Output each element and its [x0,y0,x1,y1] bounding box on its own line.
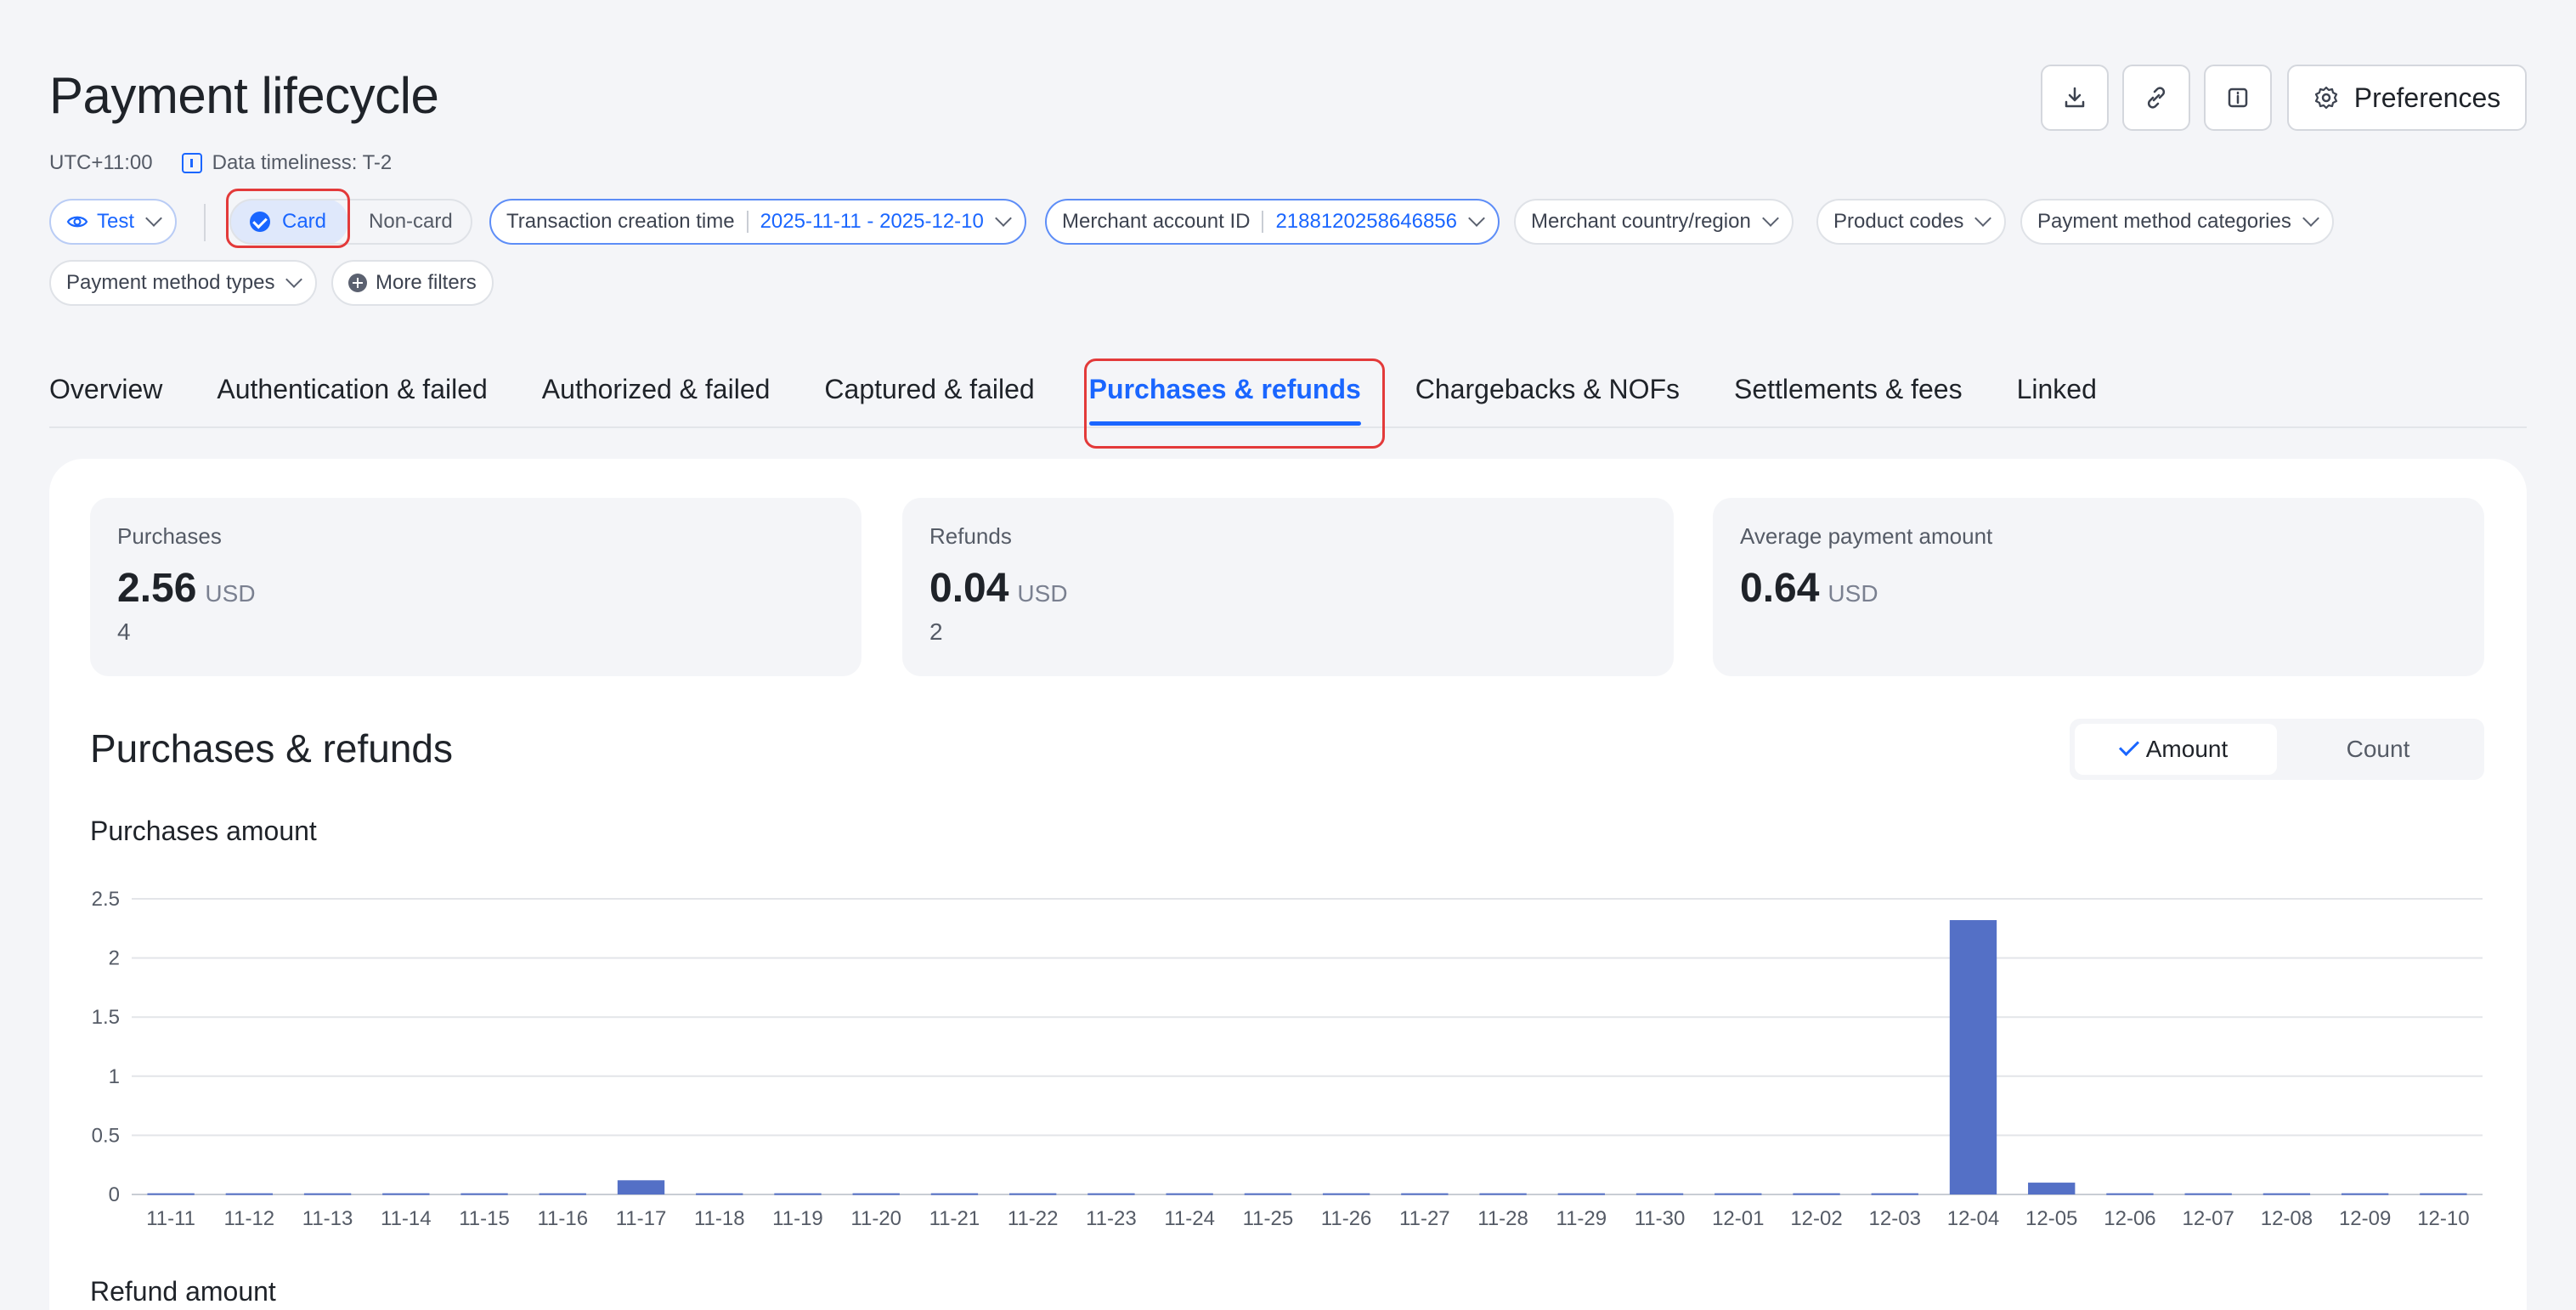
tab-overview[interactable]: Overview [49,364,162,426]
environment-selector[interactable]: Test [49,199,178,245]
tab-authentication[interactable]: Authentication & failed [217,364,487,426]
info-button[interactable] [2204,65,2272,131]
plus-icon [348,274,367,292]
preferences-button[interactable]: Preferences [2287,65,2527,131]
tab-settlements[interactable]: Settlements & fees [1734,364,1963,426]
stat-label: Average payment amount [1740,523,1993,549]
preferences-label: Preferences [2353,82,2501,113]
more-filters-button[interactable]: More filters [331,260,494,306]
stat-value: 0.64 [1740,566,1820,611]
stat-value-row: 2.56 USD [117,565,834,612]
info-icon [2228,88,2248,108]
filter-label: Payment method categories [2037,210,2291,233]
toggle-amount-label: Amount [2145,736,2229,762]
timeliness-label: Data timeliness: T-2 [212,151,393,174]
filter-value: 2025-11-11 - 2025-12-10 [760,210,984,233]
filter-label: Payment method types [66,271,275,294]
payment-method-categories-filter[interactable]: Payment method categories [2020,199,2334,245]
divider [204,204,206,241]
link-icon [2147,87,2166,109]
download-button[interactable] [2041,65,2109,131]
product-codes-filter[interactable]: Product codes [1816,199,2007,245]
stat-value-row: 0.04 USD [929,565,1647,612]
toggle-amount[interactable]: Amount [2075,724,2277,775]
stat-value: 2.56 [117,566,197,611]
stat-currency: USD [1827,580,1878,607]
data-timeliness[interactable]: Data timeliness: T-2 [181,151,393,175]
separator [1262,211,1264,233]
chart-title: Purchases amount [90,816,317,846]
chevron-down-icon [1468,210,1485,227]
stat-card-purchases: Purchases 2.56 USD 4 [90,498,861,676]
highlight-box-card [226,189,350,248]
merchant-account-filter[interactable]: Merchant account ID 2188120258646856 [1045,199,1500,245]
payment-method-types-filter[interactable]: Payment method types [49,260,318,306]
eye-icon [66,216,88,228]
download-icon [2065,87,2085,108]
more-filters-label: More filters [376,271,477,294]
filter-value: 2188120258646856 [1275,210,1457,233]
page-title: Payment lifecycle [49,67,439,124]
stat-label: Purchases [117,523,222,549]
chevron-down-icon [994,210,1012,227]
noncard-option[interactable]: Non-card [348,210,473,234]
chevron-down-icon [1974,210,1992,227]
chevron-down-icon [1761,210,1779,227]
tab-chargebacks[interactable]: Chargebacks & NOFs [1415,364,1680,426]
chevron-down-icon [2302,210,2319,227]
check-icon [2118,735,2139,757]
chevron-down-icon [285,271,303,288]
toggle-count[interactable]: Count [2277,724,2479,775]
chevron-down-icon [145,210,162,227]
stat-card-average: Average payment amount 0.64 USD [1713,498,2484,676]
chart-title-refund: Refund amount [90,1276,276,1307]
filter-label: Merchant account ID [1062,210,1251,233]
stat-count: 4 [117,618,131,645]
tab-captured[interactable]: Captured & failed [824,364,1034,426]
stat-count: 2 [929,618,943,645]
highlight-box-tab [1084,359,1385,449]
noncard-label: Non-card [369,210,453,233]
stat-value-row: 0.64 USD [1740,565,2457,612]
section-title: Purchases & refunds [90,726,454,771]
tab-linked[interactable]: Linked [2017,364,2097,426]
filter-label: Transaction creation time [506,210,735,233]
environment-label: Test [97,210,135,233]
separator [746,211,749,233]
stat-currency: USD [1017,580,1068,607]
merchant-country-filter[interactable]: Merchant country/region [1514,199,1794,245]
stat-value: 0.04 [929,566,1009,611]
stat-card-refunds: Refunds 0.04 USD 2 [902,498,1674,676]
filter-label: Merchant country/region [1531,210,1751,233]
filter-label: Product codes [1833,210,1964,233]
gear-icon [2314,86,2337,110]
transaction-time-filter[interactable]: Transaction creation time 2025-11-11 - 2… [489,199,1026,245]
info-icon [181,153,202,173]
toggle-count-label: Count [2346,736,2410,762]
stat-label: Refunds [929,523,1012,549]
copy-link-button[interactable] [2122,65,2190,131]
sub-info: UTC+11:00 Data timeliness: T-2 [49,151,392,175]
amount-count-toggle: Amount Count [2070,719,2484,780]
timezone-label: UTC+11:00 [49,151,153,174]
tab-authorized[interactable]: Authorized & failed [542,364,771,426]
stat-currency: USD [205,580,256,607]
